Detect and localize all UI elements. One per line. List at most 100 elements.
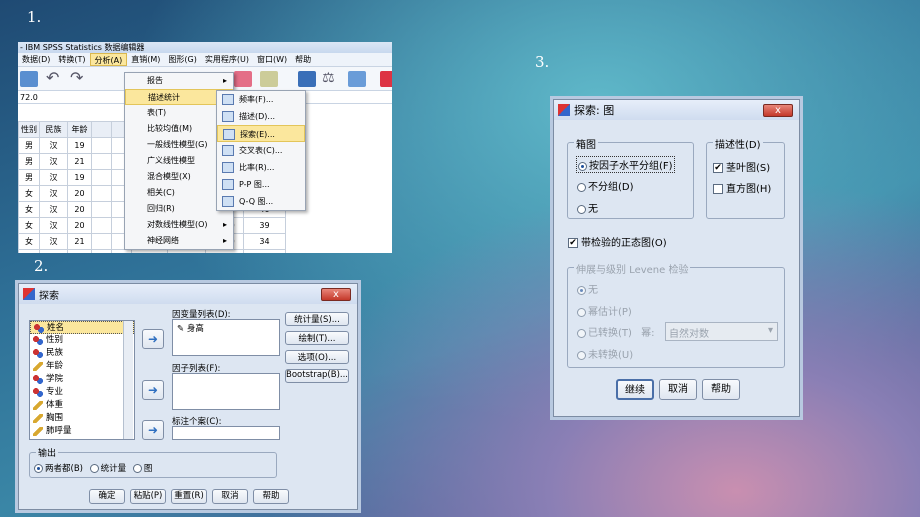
descriptive-menu-item[interactable]: 交叉表(C)... <box>217 142 305 159</box>
table-cell[interactable]: 汉 <box>39 185 68 202</box>
move-to-label-button[interactable]: ➜ <box>142 420 164 440</box>
table-cell[interactable] <box>91 201 112 218</box>
dependent-item[interactable]: ✎ 身高 <box>173 320 279 336</box>
weight-icon[interactable]: ⚖ <box>322 71 340 87</box>
cases-icon[interactable] <box>234 71 252 87</box>
histogram-checkbox[interactable] <box>713 184 723 194</box>
boxplot-by-factor-radio[interactable] <box>578 161 587 171</box>
help-button[interactable]: 帮助 <box>702 379 740 400</box>
table-cell[interactable]: 男 <box>18 249 40 253</box>
table-cell[interactable]: 女 <box>18 217 40 234</box>
levene-untransformed-radio[interactable] <box>577 350 586 360</box>
options-button[interactable]: 选项(O)... <box>285 350 349 364</box>
variable-item[interactable]: 专业 <box>30 386 134 399</box>
import-icon[interactable] <box>20 71 38 87</box>
table-cell[interactable] <box>91 137 112 154</box>
undo-icon[interactable]: ↶ <box>46 70 64 87</box>
table-cell[interactable] <box>91 217 112 234</box>
table-cell[interactable]: 20 <box>67 201 92 218</box>
table-cell[interactable]: 女 <box>18 185 40 202</box>
table-cell[interactable]: 20 <box>67 217 92 234</box>
paste-button[interactable]: 粘贴(P) <box>130 489 166 504</box>
table-cell[interactable]: 男 <box>18 169 40 186</box>
close-button[interactable]: x <box>763 104 793 117</box>
redo-icon[interactable]: ↷ <box>70 70 88 87</box>
cancel-button[interactable]: 取消 <box>659 379 697 400</box>
column-header[interactable]: 性别 <box>18 121 40 138</box>
menu-graphs[interactable]: 图形(G) <box>164 53 200 66</box>
levene-power-estimation-radio[interactable] <box>577 307 586 317</box>
menu-window[interactable]: 窗口(W) <box>253 53 291 66</box>
variable-item[interactable]: 姓名 <box>30 321 134 334</box>
menu-transform[interactable]: 转换(T) <box>54 53 89 66</box>
output-plots-radio[interactable] <box>132 464 142 473</box>
analyze-menu-item[interactable]: 报告 ▸ <box>125 73 233 89</box>
factor-list-box[interactable] <box>172 373 280 410</box>
variable-list-scrollbar[interactable] <box>123 321 133 439</box>
descriptive-menu-item[interactable]: 描述(D)... <box>217 108 305 125</box>
dependent-list-box[interactable]: ✎ 身高 <box>172 319 280 356</box>
variable-item[interactable]: 年龄 <box>30 360 134 373</box>
variable-item[interactable]: 体重 <box>30 399 134 412</box>
move-to-dependent-button[interactable]: ➜ <box>142 329 164 349</box>
plots-button[interactable]: 绘制(T)... <box>285 331 349 345</box>
table-cell[interactable]: 3561 <box>205 249 244 253</box>
variable-item[interactable]: 性别 <box>30 334 134 347</box>
statistics-button[interactable]: 统计量(S)... <box>285 312 349 326</box>
variable-item[interactable]: 胸围 <box>30 412 134 425</box>
analyze-menu-item[interactable]: 对数线性模型(O) ▸ <box>125 217 233 233</box>
variable-list[interactable]: 姓名 性别 民族 年龄 学院 专业 体重 胸围 肺呼量 <box>29 320 135 440</box>
variable-item[interactable]: 民族 <box>30 347 134 360</box>
descriptive-menu-item[interactable]: Q-Q 图... <box>217 193 305 210</box>
menu-direct-marketing[interactable]: 直销(M) <box>127 53 164 66</box>
table-cell[interactable]: 20 <box>67 249 92 253</box>
table-cell[interactable]: 汉 <box>39 153 68 170</box>
table-cell[interactable]: 女 <box>18 201 40 218</box>
stem-leaf-checkbox[interactable]: ✔ <box>713 163 723 173</box>
continue-button[interactable]: 继续 <box>616 379 654 400</box>
move-to-factor-button[interactable]: ➜ <box>142 380 164 400</box>
table-cell[interactable]: 21 <box>67 233 92 250</box>
table-cell[interactable] <box>91 233 112 250</box>
table-cell[interactable]: 51.0 <box>131 249 168 253</box>
table-cell[interactable]: 37 <box>243 249 286 253</box>
table-cell[interactable]: 20 <box>67 185 92 202</box>
normality-checkbox[interactable]: ✔ <box>568 238 578 248</box>
table-cell[interactable]: 21 <box>67 153 92 170</box>
output-both-radio[interactable] <box>34 464 43 473</box>
table-cell[interactable] <box>111 249 132 253</box>
descriptive-menu-item[interactable]: 比率(R)... <box>217 159 305 176</box>
variable-item[interactable]: 肺呼量 <box>30 425 134 438</box>
column-header[interactable]: 年龄 <box>67 121 92 138</box>
table-cell[interactable]: 39 <box>243 217 286 234</box>
table-cell[interactable]: 男 <box>18 137 40 154</box>
table-cell[interactable]: 汉 <box>39 201 68 218</box>
table-cell[interactable]: 19 <box>67 169 92 186</box>
table-cell[interactable]: 34 <box>243 233 286 250</box>
descriptive-menu-item[interactable]: 探索(E)... <box>217 125 305 142</box>
table-cell[interactable]: 79.0 <box>167 249 206 253</box>
menu-analyze[interactable]: 分析(A) <box>89 53 128 66</box>
table-cell[interactable] <box>91 185 112 202</box>
split-file-icon[interactable] <box>298 71 316 87</box>
table-cell[interactable]: 女 <box>18 233 40 250</box>
help-button[interactable]: 帮助 <box>253 489 289 504</box>
value-labels-icon[interactable] <box>380 71 392 87</box>
table-cell[interactable] <box>91 169 112 186</box>
table-cell[interactable] <box>91 249 112 253</box>
menu-help[interactable]: 帮助 <box>291 53 315 66</box>
output-statistics-radio[interactable] <box>89 464 99 473</box>
table-cell[interactable]: 男 <box>18 153 40 170</box>
table-cell[interactable]: 汉 <box>39 137 68 154</box>
levene-transformed-radio[interactable] <box>577 328 586 338</box>
cancel-button[interactable]: 取消 <box>212 489 248 504</box>
bootstrap-button[interactable]: Bootstrap(B)... <box>285 369 349 383</box>
boxplot-together-radio[interactable] <box>577 182 586 192</box>
select-cases-icon[interactable] <box>348 71 366 87</box>
ok-button[interactable]: 确定 <box>89 489 125 504</box>
table-cell[interactable]: 汉 <box>39 169 68 186</box>
chart-icon[interactable] <box>260 71 278 87</box>
levene-none-radio[interactable] <box>577 285 586 295</box>
close-button[interactable]: x <box>321 288 351 301</box>
table-cell[interactable]: 汉 <box>39 249 68 253</box>
